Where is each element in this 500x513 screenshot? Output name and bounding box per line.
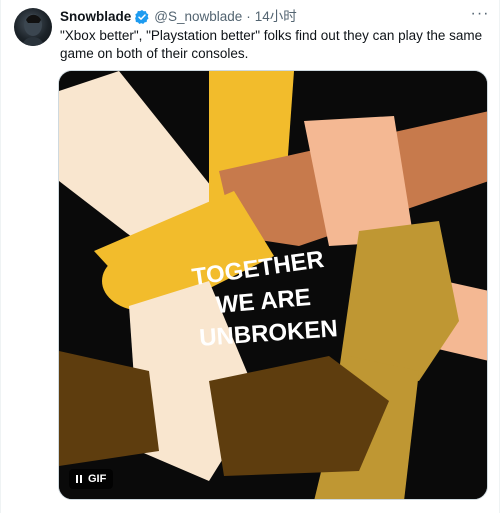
verified-badge-icon xyxy=(134,9,150,25)
display-name[interactable]: Snowblade xyxy=(60,8,131,26)
tweet-card[interactable]: Snowblade @S_nowblade · 14小时 ··· "Xbox b… xyxy=(0,0,500,513)
separator-dot: · xyxy=(246,9,251,24)
tweet-text: "Xbox better", "Playstation better" folk… xyxy=(60,28,483,61)
handle[interactable]: @S_nowblade xyxy=(154,8,242,26)
gif-media[interactable]: TOGETHER WE ARE UNBROKEN GIF xyxy=(58,70,488,500)
more-options-icon[interactable]: ··· xyxy=(467,3,493,25)
avatar[interactable] xyxy=(14,8,52,46)
gif-label: GIF xyxy=(88,473,107,485)
pause-icon[interactable] xyxy=(76,475,82,483)
unity-hands-illustration: TOGETHER WE ARE UNBROKEN xyxy=(59,71,487,499)
gif-badge[interactable]: GIF xyxy=(69,469,114,489)
timestamp[interactable]: 14小时 xyxy=(255,8,297,26)
tweet-header: Snowblade @S_nowblade · 14小时 xyxy=(60,8,487,26)
